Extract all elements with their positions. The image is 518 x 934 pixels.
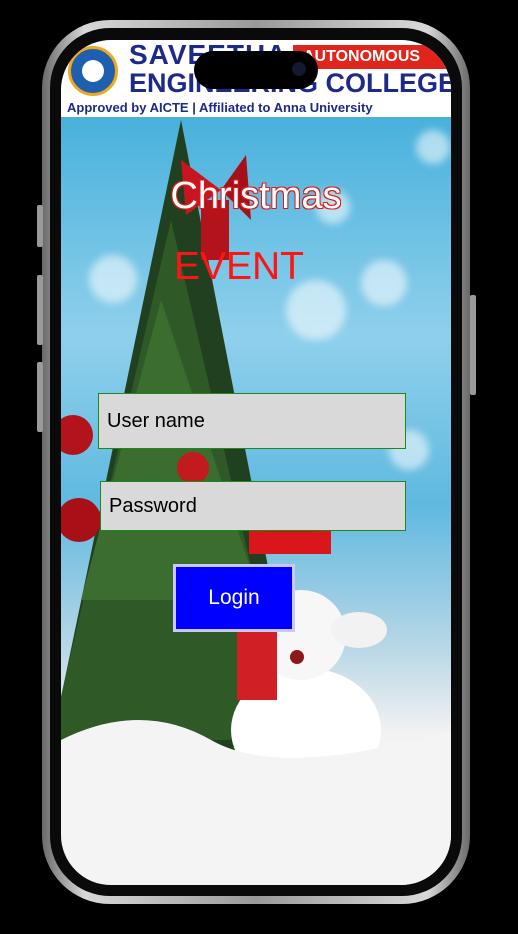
action-button	[37, 205, 43, 247]
app-screen: SAVEETHA AUTONOMOUS ENGINEERING COLLEGE …	[61, 40, 451, 885]
event-title: Christmas	[170, 175, 342, 217]
front-camera	[292, 62, 306, 76]
event-subtitle: EVENT	[173, 245, 305, 288]
college-logo	[68, 46, 118, 96]
username-input[interactable]: User name	[98, 393, 406, 449]
login-button[interactable]: Login	[173, 564, 295, 632]
password-input[interactable]: Password	[100, 481, 406, 531]
volume-up-button	[37, 275, 43, 345]
volume-down-button	[37, 362, 43, 432]
college-affiliation: Approved by AICTE | Affiliated to Anna U…	[67, 100, 373, 115]
power-button	[470, 295, 476, 395]
